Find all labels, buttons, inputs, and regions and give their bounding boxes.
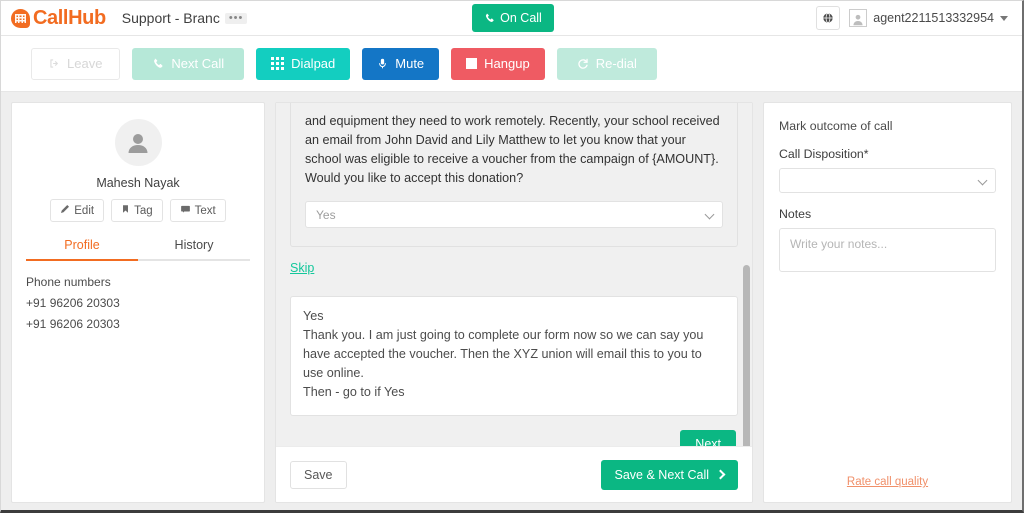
chevron-down-icon	[977, 175, 988, 186]
chevron-right-icon	[715, 469, 726, 480]
avatar	[114, 119, 162, 166]
script-answer-text: Yes Thank you. I am just going to comple…	[303, 309, 704, 399]
script-answer-card: Yes Thank you. I am just going to comple…	[290, 296, 738, 416]
campaign-title-text: Support - Branc	[121, 10, 220, 26]
redial-button[interactable]: Re-dial	[556, 47, 657, 80]
top-bar-right: agent2211513332954	[816, 6, 1008, 30]
next-button[interactable]: Next	[680, 430, 736, 446]
next-call-label: Next Call	[171, 56, 225, 71]
tab-active-indicator	[26, 259, 138, 261]
top-bar: CallHub Support - Branc ••• On Call agent…	[1, 1, 1022, 36]
text-button[interactable]: Text	[169, 199, 226, 222]
hangup-label: Hangup	[484, 56, 530, 71]
message-icon	[180, 204, 191, 217]
user-avatar-icon	[849, 9, 868, 27]
disposition-title: Mark outcome of call	[779, 119, 893, 133]
answer-select-value: Yes	[316, 207, 336, 222]
workspace: Mahesh Nayak Edit Tag Text Profile Histo…	[1, 92, 1022, 510]
phone-number: +91 96206 20303	[26, 317, 120, 331]
phone-icon	[152, 58, 164, 70]
campaign-title: Support - Branc •••	[122, 10, 248, 26]
phone-number: +91 96206 20303	[26, 296, 120, 310]
answer-select[interactable]: Yes	[305, 201, 723, 228]
script-body-text: and equipment they need to work remotely…	[305, 114, 720, 185]
callhub-logo-icon	[11, 8, 30, 28]
script-scrollbar-thumb[interactable]	[743, 265, 750, 446]
refresh-icon	[577, 58, 589, 70]
script-scroll-area: and equipment they need to work remotely…	[276, 103, 752, 446]
dialpad-icon	[271, 57, 285, 70]
pencil-icon	[60, 204, 70, 217]
mute-label: Mute	[395, 56, 425, 71]
script-panel: and equipment they need to work remotely…	[275, 102, 753, 503]
stop-square-icon	[466, 58, 478, 69]
next-row: Next	[290, 430, 738, 446]
leave-label: Leave	[67, 56, 103, 71]
call-disposition-select[interactable]	[779, 168, 996, 193]
hangup-button[interactable]: Hangup	[451, 47, 545, 80]
call-disposition-label: Call Disposition*	[779, 147, 869, 161]
on-call-status-button[interactable]: On Call	[472, 4, 554, 32]
script-question-card: and equipment they need to work remotely…	[290, 103, 738, 247]
contact-tabs: Profile History	[26, 238, 250, 259]
script-scrollbar[interactable]	[743, 105, 750, 446]
tab-profile[interactable]: Profile	[26, 238, 138, 259]
bookmark-icon	[121, 204, 130, 217]
text-label: Text	[194, 204, 216, 217]
microphone-icon	[377, 57, 388, 70]
tag-button[interactable]: Tag	[111, 199, 163, 222]
notes-label: Notes	[779, 207, 812, 221]
edit-label: Edit	[74, 204, 95, 217]
tag-label: Tag	[134, 204, 153, 217]
dialpad-label: Dialpad	[291, 56, 336, 71]
phone-numbers-title: Phone numbers	[26, 275, 111, 289]
save-and-next-call-button[interactable]: Save & Next Call	[600, 459, 738, 490]
disposition-panel: Mark outcome of call Call Disposition* N…	[763, 102, 1012, 503]
tab-history[interactable]: History	[138, 238, 250, 259]
contact-name: Mahesh Nayak	[96, 176, 180, 190]
globe-icon[interactable]	[816, 6, 841, 30]
next-call-button[interactable]: Next Call	[132, 47, 245, 80]
leave-button[interactable]: Leave	[31, 47, 121, 80]
rate-call-quality-link[interactable]: Rate call quality	[847, 476, 928, 488]
person-icon	[128, 133, 148, 153]
brand-logo[interactable]: CallHub	[11, 7, 106, 30]
contact-actions: Edit Tag Text	[26, 199, 250, 222]
save-next-label: Save & Next Call	[614, 467, 709, 482]
chevron-down-icon	[704, 209, 715, 220]
redial-label: Re-dial	[595, 56, 637, 71]
call-action-bar: Leave Next Call Dialpad Mute Hangup Re-d…	[1, 36, 1022, 92]
user-name-label: agent2211513332954	[873, 11, 994, 25]
campaign-more-icon[interactable]: •••	[224, 13, 248, 24]
save-button[interactable]: Save	[290, 460, 347, 489]
script-footer: Save Save & Next Call	[276, 446, 752, 502]
dialpad-button[interactable]: Dialpad	[256, 47, 351, 80]
notes-input[interactable]: Write your notes...	[779, 228, 996, 272]
contact-panel: Mahesh Nayak Edit Tag Text Profile Histo…	[11, 102, 265, 503]
mute-button[interactable]: Mute	[362, 47, 440, 80]
skip-link[interactable]: Skip	[290, 261, 314, 275]
leave-icon	[49, 58, 60, 69]
tabs-underline	[26, 259, 250, 261]
phone-icon	[484, 13, 495, 24]
brand-name: CallHub	[33, 6, 106, 29]
on-call-label: On Call	[500, 11, 542, 25]
edit-button[interactable]: Edit	[50, 199, 105, 222]
callhub-agent-console: CallHub Support - Branc ••• On Call agent…	[0, 0, 1024, 513]
user-menu[interactable]: agent2211513332954	[849, 9, 1008, 27]
chevron-down-icon	[1000, 15, 1008, 21]
